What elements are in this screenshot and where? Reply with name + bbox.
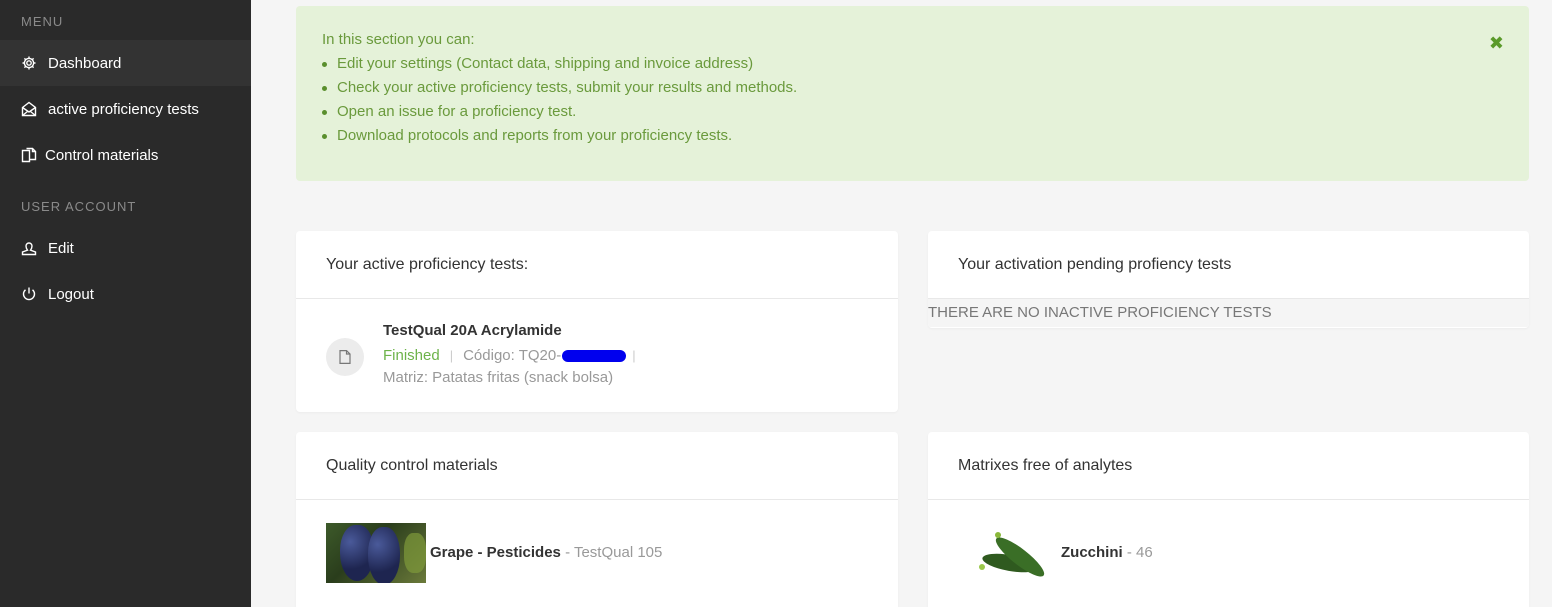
- list-item[interactable]: Grape - Pesticides - TestQual 105: [296, 500, 898, 607]
- user-account-heading: USER ACCOUNT: [21, 199, 137, 214]
- product-name: Zucchini: [1061, 544, 1123, 561]
- user-icon: [20, 239, 38, 257]
- product-label[interactable]: Grape - Pesticides - TestQual 105: [430, 544, 662, 561]
- sidebar-item-logout[interactable]: Logout: [0, 271, 251, 317]
- separator: |: [632, 348, 636, 363]
- grape-image: [326, 523, 426, 583]
- zucchini-image: [958, 523, 1058, 583]
- alert-list-item: Download protocols and reports from your…: [322, 124, 1503, 148]
- product-sub: - TestQual 105: [560, 544, 663, 561]
- alert-list: Edit your settings (Contact data, shippi…: [322, 52, 1503, 148]
- list-item[interactable]: TestQual 20A Acrylamide Finished | Códig…: [296, 299, 898, 411]
- pending-tests-card: Your activation pending profiency tests …: [928, 231, 1529, 328]
- power-icon: [20, 285, 38, 303]
- alert-list-item: Edit your settings (Contact data, shippi…: [322, 52, 1503, 76]
- envelope-open-icon: [20, 100, 38, 118]
- documents-icon: [20, 146, 38, 164]
- active-tests-card: Your active proficiency tests: TestQual …: [296, 231, 898, 412]
- alert-list-item: Check your active proficiency tests, sub…: [322, 76, 1503, 100]
- sidebar-item-active-proficiency-tests[interactable]: active proficiency tests: [0, 86, 251, 132]
- product-label[interactable]: Zucchini - 46: [1061, 544, 1153, 561]
- info-alert: In this section you can: Edit your setti…: [296, 6, 1529, 181]
- sidebar-item-label: Edit: [48, 239, 74, 257]
- matrixes-card: Matrixes free of analytes Zucchini - 46: [928, 432, 1529, 607]
- sidebar-item-label: Control materials: [45, 146, 159, 164]
- gear-icon: [20, 54, 38, 72]
- separator: |: [449, 348, 454, 363]
- card-title: Your active proficiency tests:: [296, 231, 898, 299]
- status-badge: Finished: [383, 347, 440, 364]
- redacted-mark: [562, 349, 627, 362]
- product-sub: - 46: [1122, 544, 1153, 561]
- test-meta: Finished | Código: TQ20- |: [383, 347, 646, 364]
- sidebar-item-control-materials[interactable]: Control materials: [0, 132, 251, 178]
- sidebar-item-dashboard[interactable]: Dashboard: [0, 40, 251, 86]
- sidebar-item-edit[interactable]: Edit: [0, 225, 251, 271]
- alert-list-item: Open an issue for a proficiency test.: [322, 100, 1503, 124]
- sidebar-item-label: Dashboard: [48, 54, 122, 72]
- close-icon[interactable]: ✖: [1489, 34, 1504, 52]
- card-title: Quality control materials: [296, 432, 898, 500]
- alert-intro: In this section you can:: [322, 31, 475, 48]
- quality-materials-card: Quality control materials Grape - Pestic…: [296, 432, 898, 607]
- sidebar-item-label: active proficiency tests: [48, 100, 199, 118]
- card-title: Your activation pending profiency tests: [928, 231, 1529, 299]
- empty-message: THERE ARE NO INACTIVE PROFICIENCY TESTS: [928, 299, 1529, 327]
- list-item[interactable]: Zucchini - 46: [928, 500, 1529, 607]
- test-matrix: Matriz: Patatas fritas (snack bolsa): [383, 369, 614, 386]
- sidebar: MENU Dashboard active proficiency tests …: [0, 0, 251, 607]
- menu-heading: MENU: [21, 14, 64, 29]
- sidebar-item-label: Logout: [48, 285, 94, 303]
- test-code: Código: TQ20-: [463, 347, 562, 364]
- card-title: Matrixes free of analytes: [928, 432, 1529, 500]
- test-name[interactable]: TestQual 20A Acrylamide: [383, 322, 562, 339]
- document-icon: [326, 338, 364, 376]
- product-name: Grape - Pesticides: [430, 544, 561, 561]
